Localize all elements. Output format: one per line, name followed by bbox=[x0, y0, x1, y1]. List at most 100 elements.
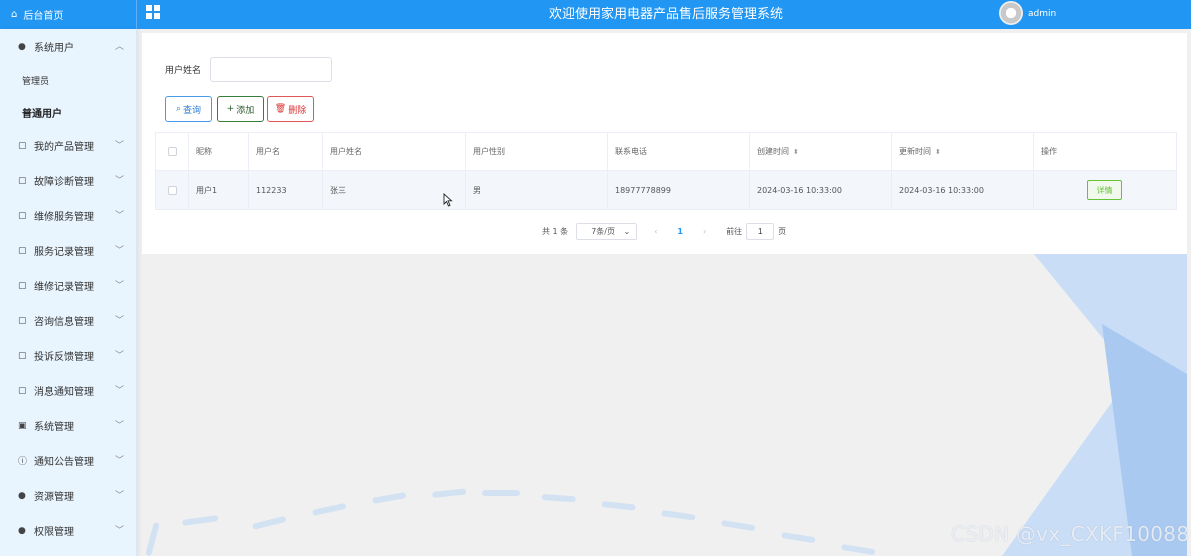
column-header-gender: 用户性别 bbox=[466, 133, 608, 170]
sidebar-item-label: 维修服务管理 bbox=[34, 212, 94, 223]
home-label: 后台首页 bbox=[23, 11, 64, 22]
delete-button[interactable]: 🗑 删除 bbox=[267, 96, 314, 122]
total-count: 共 1 条 bbox=[542, 226, 569, 236]
goto-label: 前往 bbox=[726, 226, 743, 236]
user-icon: ● bbox=[18, 41, 26, 52]
sidebar-item-label: 系统管理 bbox=[34, 422, 74, 433]
detail-button[interactable]: 详情 bbox=[1087, 180, 1122, 200]
sidebar-item-diagnosis[interactable]: ▢ 故障诊断管理 ﹀ bbox=[0, 163, 136, 198]
pagination: 共 1 条 7条/页 ⌄ ‹ 1 › 前往 页 bbox=[542, 222, 786, 240]
doc-icon: ▢ bbox=[18, 140, 27, 151]
top-bar: ⌂ 后台首页 欢迎使用家用电器产品售后服务管理系统 admin bbox=[0, 0, 1191, 29]
sidebar-item-service-records[interactable]: ▢ 服务记录管理 ﹀ bbox=[0, 233, 136, 268]
doc-icon: ▢ bbox=[18, 210, 27, 221]
sidebar-subitem-admin[interactable]: 管理员 bbox=[0, 64, 136, 96]
sort-icon[interactable]: ⬍ bbox=[935, 148, 941, 156]
sidebar-item-label: 资源管理 bbox=[34, 492, 74, 503]
chevron-down-icon: ﹀ bbox=[114, 211, 124, 221]
sidebar-item-label: 消息通知管理 bbox=[34, 387, 94, 398]
username[interactable]: admin bbox=[1028, 0, 1056, 29]
search-button[interactable]: ⌕ 查询 bbox=[165, 96, 212, 122]
page-number[interactable]: 1 bbox=[677, 227, 683, 236]
column-header-username: 用户名 bbox=[249, 133, 323, 170]
cell-phone: 18977778899 bbox=[608, 171, 750, 209]
sidebar-item-repair-records[interactable]: ▢ 维修记录管理 ﹀ bbox=[0, 268, 136, 303]
column-header-created-label: 创建时间 bbox=[757, 147, 789, 156]
sidebar-item-repair-service[interactable]: ▢ 维修服务管理 ﹀ bbox=[0, 198, 136, 233]
content-panel: 用户姓名 ⌕ 查询 + 添加 🗑 删除 昵称 用户名 用户姓名 用户性别 联系电… bbox=[142, 33, 1187, 254]
sidebar-item-label: 系统用户 bbox=[34, 43, 74, 54]
sidebar-item-complaints[interactable]: ▢ 投诉反馈管理 ﹀ bbox=[0, 338, 136, 373]
sidebar-item-consultation[interactable]: ▢ 咨询信息管理 ﹀ bbox=[0, 303, 136, 338]
cell-actions: 详情 bbox=[1034, 171, 1176, 209]
delete-button-label: 删除 bbox=[288, 105, 307, 116]
chevron-down-icon: ﹀ bbox=[114, 316, 124, 326]
select-all-checkbox[interactable] bbox=[167, 147, 177, 156]
next-page-icon[interactable]: › bbox=[703, 227, 706, 236]
sidebar-item-system[interactable]: ▣ 系统管理 ﹀ bbox=[0, 408, 136, 443]
users-table: 昵称 用户名 用户姓名 用户性别 联系电话 创建时间 ⬍ 更新时间 ⬍ 操作 用… bbox=[155, 132, 1177, 210]
sidebar: ● 系统用户 ︿ 管理员 普通用户 ▢ 我的产品管理 ﹀ ▢ 故障诊断管理 ﹀ … bbox=[0, 29, 137, 556]
column-header-updated[interactable]: 更新时间 ⬍ bbox=[892, 133, 1034, 170]
chevron-down-icon: ﹀ bbox=[114, 246, 124, 256]
sidebar-subitem-normal-user[interactable]: 普通用户 bbox=[0, 96, 136, 128]
chevron-down-icon: ﹀ bbox=[114, 456, 124, 466]
trash-icon: 🗑 bbox=[274, 104, 287, 114]
sidebar-item-system-users[interactable]: ● 系统用户 ︿ bbox=[0, 29, 136, 64]
column-header-updated-label: 更新时间 bbox=[899, 147, 931, 156]
chevron-down-icon: ﹀ bbox=[114, 281, 124, 291]
row-select-cell bbox=[156, 171, 189, 209]
doc-icon: ▢ bbox=[18, 315, 27, 326]
cell-updated: 2024-03-16 10:33:00 bbox=[892, 171, 1034, 209]
prev-page-icon[interactable]: ‹ bbox=[654, 227, 657, 236]
sidebar-item-label: 咨询信息管理 bbox=[34, 317, 94, 328]
chevron-down-icon: ﹀ bbox=[114, 141, 124, 151]
goto-page-input[interactable] bbox=[746, 222, 775, 240]
cell-created: 2024-03-16 10:33:00 bbox=[750, 171, 892, 209]
page-size-select[interactable]: 7条/页 ⌄ bbox=[576, 222, 638, 240]
cell-gender: 男 bbox=[466, 171, 608, 209]
sidebar-item-label: 投诉反馈管理 bbox=[34, 352, 94, 363]
sidebar-item-label: 权限管理 bbox=[34, 527, 74, 538]
sidebar-item-notifications[interactable]: ▢ 消息通知管理 ﹀ bbox=[0, 373, 136, 408]
sidebar-subitem-label: 管理员 bbox=[22, 76, 50, 87]
column-header-phone: 联系电话 bbox=[608, 133, 750, 170]
chevron-up-icon: ︿ bbox=[114, 42, 124, 52]
column-header-nickname: 昵称 bbox=[189, 133, 249, 170]
cell-username: 112233 bbox=[249, 171, 323, 209]
doc-icon: ▢ bbox=[18, 350, 27, 361]
user-icon: ● bbox=[18, 525, 26, 536]
sidebar-item-permissions[interactable]: ● 权限管理 ﹀ bbox=[0, 513, 136, 548]
sidebar-item-label: 维修记录管理 bbox=[34, 282, 94, 293]
chevron-down-icon: ﹀ bbox=[114, 176, 124, 186]
select-all-cell bbox=[156, 133, 189, 170]
doc-icon: ▢ bbox=[18, 385, 27, 396]
sort-icon[interactable]: ⬍ bbox=[793, 148, 799, 156]
mouse-cursor-icon bbox=[443, 193, 453, 207]
menu-toggle-icon[interactable] bbox=[146, 5, 160, 19]
page-suffix: 页 bbox=[778, 226, 787, 236]
watermark: CSDN @vx_CXKF10088 bbox=[951, 522, 1190, 546]
row-checkbox[interactable] bbox=[167, 185, 177, 195]
sidebar-item-announcements[interactable]: ⓘ 通知公告管理 ﹀ bbox=[0, 443, 136, 478]
pin-icon: ● bbox=[18, 490, 26, 501]
info-icon: ⓘ bbox=[18, 457, 28, 467]
chevron-down-icon: ﹀ bbox=[114, 421, 124, 431]
chevron-down-icon: ﹀ bbox=[114, 526, 124, 536]
sidebar-item-products[interactable]: ▢ 我的产品管理 ﹀ bbox=[0, 128, 136, 163]
user-name-search-input[interactable] bbox=[210, 57, 332, 82]
table-row[interactable]: 用户1 112233 张三 男 18977778899 2024-03-16 1… bbox=[156, 171, 1176, 209]
search-button-label: 查询 bbox=[183, 105, 202, 116]
home-link[interactable]: ⌂ 后台首页 bbox=[0, 0, 137, 29]
sidebar-item-label: 服务记录管理 bbox=[34, 247, 94, 258]
sidebar-item-resources[interactable]: ● 资源管理 ﹀ bbox=[0, 478, 136, 513]
add-button[interactable]: + 添加 bbox=[217, 96, 264, 122]
doc-icon: ▢ bbox=[18, 245, 27, 256]
plus-icon: + bbox=[226, 104, 235, 114]
doc-icon: ▢ bbox=[18, 175, 27, 186]
avatar[interactable] bbox=[999, 1, 1023, 25]
column-header-real-name: 用户姓名 bbox=[323, 133, 466, 170]
column-header-created[interactable]: 创建时间 ⬍ bbox=[750, 133, 892, 170]
cell-nickname: 用户1 bbox=[189, 171, 249, 209]
search-label: 用户姓名 bbox=[165, 66, 202, 76]
